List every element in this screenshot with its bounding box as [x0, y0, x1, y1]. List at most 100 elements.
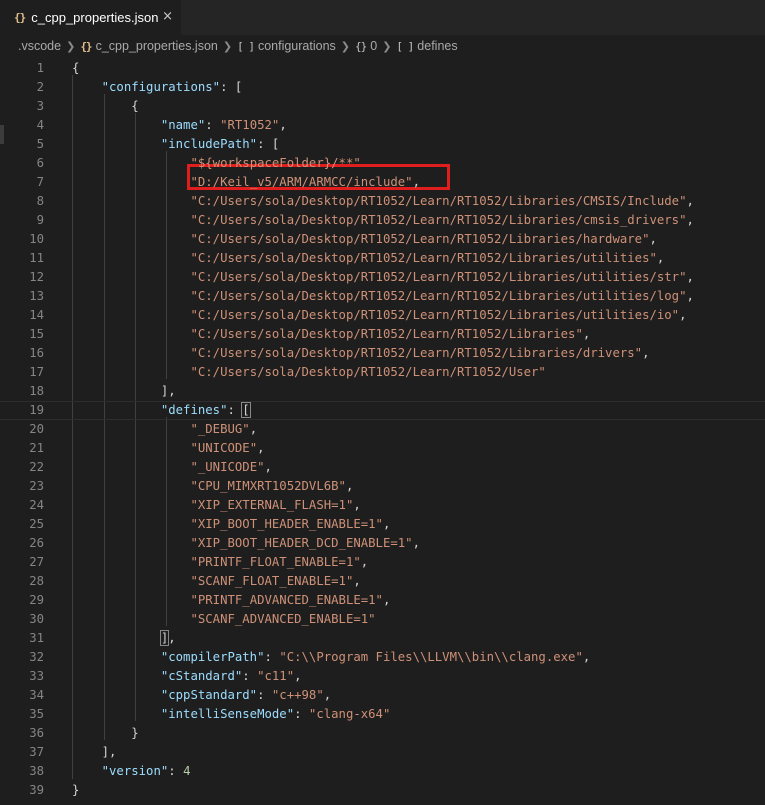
- code-text: "cppStandard": "c++98",: [160, 688, 332, 702]
- code-line[interactable]: 23 "CPU_MIMXRT1052DVL6B",: [0, 477, 765, 496]
- code-line[interactable]: 3 {: [0, 97, 765, 116]
- code-line[interactable]: 13 "C:/Users/sola/Desktop/RT1052/Learn/R…: [0, 287, 765, 306]
- line-number: 18: [29, 384, 44, 398]
- code-line[interactable]: 34 "cppStandard": "c++98",: [0, 686, 765, 705]
- code-text: ],: [101, 745, 117, 759]
- chevron-right-icon: ❯: [66, 39, 76, 53]
- code-line[interactable]: 35 "intelliSenseMode": "clang-x64": [0, 705, 765, 724]
- code-text: "D:/Keil_v5/ARM/ARMCC/include",: [190, 175, 420, 189]
- code-text: {: [72, 61, 80, 75]
- array-symbol-icon: [ ]: [237, 39, 255, 53]
- code-line[interactable]: 37 ],: [0, 743, 765, 762]
- line-number: 14: [29, 308, 44, 322]
- code-text: "C:/Users/sola/Desktop/RT1052/Learn/RT10…: [190, 308, 687, 322]
- line-number: 23: [29, 479, 44, 493]
- chevron-right-icon: ❯: [382, 39, 392, 53]
- line-number: 21: [29, 441, 44, 455]
- code-text: ],: [159, 630, 176, 646]
- code-text: "version": 4: [101, 764, 191, 778]
- code-text: "C:/Users/sola/Desktop/RT1052/Learn/RT10…: [190, 365, 546, 379]
- code-text: "C:/Users/sola/Desktop/RT1052/Learn/RT10…: [190, 232, 657, 246]
- code-line[interactable]: 29 "PRINTF_ADVANCED_ENABLE=1",: [0, 591, 765, 610]
- code-line[interactable]: 14 "C:/Users/sola/Desktop/RT1052/Learn/R…: [0, 306, 765, 325]
- code-line[interactable]: 39}: [0, 781, 765, 800]
- breadcrumb-item-configurations[interactable]: configurations: [258, 39, 336, 53]
- breadcrumb-item-vscode[interactable]: .vscode: [18, 39, 61, 53]
- line-number: 9: [36, 213, 44, 227]
- code-line[interactable]: 15 "C:/Users/sola/Desktop/RT1052/Learn/R…: [0, 325, 765, 344]
- code-line[interactable]: 19 "defines": [: [0, 401, 765, 420]
- code-line[interactable]: 36 }: [0, 724, 765, 743]
- code-line[interactable]: 20 "_DEBUG",: [0, 420, 765, 439]
- line-number: 3: [36, 99, 44, 113]
- code-text: "UNICODE",: [190, 441, 265, 455]
- line-number: 37: [29, 745, 44, 759]
- code-line[interactable]: 31 ],: [0, 629, 765, 648]
- array-symbol-icon: [ ]: [396, 39, 414, 53]
- code-line[interactable]: 26 "XIP_BOOT_HEADER_DCD_ENABLE=1",: [0, 534, 765, 553]
- code-line[interactable]: 12 "C:/Users/sola/Desktop/RT1052/Learn/R…: [0, 268, 765, 287]
- code-line[interactable]: 21 "UNICODE",: [0, 439, 765, 458]
- breadcrumb-item-index[interactable]: 0: [370, 39, 377, 53]
- code-line[interactable]: 18 ],: [0, 382, 765, 401]
- code-text: "PRINTF_FLOAT_ENABLE=1",: [190, 555, 369, 569]
- code-line[interactable]: 32 "compilerPath": "C:\\Program Files\\L…: [0, 648, 765, 667]
- code-line[interactable]: 22 "_UNICODE",: [0, 458, 765, 477]
- line-number: 34: [29, 688, 44, 702]
- breadcrumb-item-defines[interactable]: defines: [417, 39, 457, 53]
- code-text: "PRINTF_ADVANCED_ENABLE=1",: [190, 593, 391, 607]
- line-number: 27: [29, 555, 44, 569]
- code-line[interactable]: 2 "configurations": [: [0, 78, 765, 97]
- code-text: "C:/Users/sola/Desktop/RT1052/Learn/RT10…: [190, 289, 694, 303]
- code-editor[interactable]: 1{2 "configurations": [3 {4 "name": "RT1…: [0, 56, 765, 805]
- code-text: }: [72, 783, 80, 797]
- line-number: 31: [29, 631, 44, 645]
- line-number: 1: [36, 61, 44, 75]
- code-line[interactable]: 11 "C:/Users/sola/Desktop/RT1052/Learn/R…: [0, 249, 765, 268]
- code-line[interactable]: 4 "name": "RT1052",: [0, 116, 765, 135]
- close-icon[interactable]: ×: [162, 9, 173, 24]
- line-number: 26: [29, 536, 44, 550]
- code-text: "defines": [: [160, 402, 251, 418]
- line-number: 38: [29, 764, 44, 778]
- code-text: "C:/Users/sola/Desktop/RT1052/Learn/RT10…: [190, 194, 694, 208]
- line-number: 2: [36, 80, 44, 94]
- line-number: 30: [29, 612, 44, 626]
- line-number: 29: [29, 593, 44, 607]
- code-line[interactable]: 30 "SCANF_ADVANCED_ENABLE=1": [0, 610, 765, 629]
- code-line[interactable]: 17 "C:/Users/sola/Desktop/RT1052/Learn/R…: [0, 363, 765, 382]
- code-line[interactable]: 27 "PRINTF_FLOAT_ENABLE=1",: [0, 553, 765, 572]
- tab-title: c_cpp_properties.json: [31, 10, 159, 25]
- code-line[interactable]: 10 "C:/Users/sola/Desktop/RT1052/Learn/R…: [0, 230, 765, 249]
- breadcrumb-item-file[interactable]: c_cpp_properties.json: [96, 39, 218, 53]
- json-file-icon: {}: [80, 39, 92, 53]
- code-line[interactable]: 24 "XIP_EXTERNAL_FLASH=1",: [0, 496, 765, 515]
- line-number: 17: [29, 365, 44, 379]
- tab-c-cpp-properties[interactable]: {} c_cpp_properties.json ×: [0, 0, 181, 35]
- code-line[interactable]: 7 "D:/Keil_v5/ARM/ARMCC/include",: [0, 173, 765, 192]
- chevron-right-icon: ❯: [340, 39, 350, 53]
- code-text: "_DEBUG",: [190, 422, 258, 436]
- line-number: 6: [36, 156, 44, 170]
- code-line[interactable]: 6 "${workspaceFolder}/**": [0, 154, 765, 173]
- code-line[interactable]: 1{: [0, 59, 765, 78]
- code-line[interactable]: 8 "C:/Users/sola/Desktop/RT1052/Learn/RT…: [0, 192, 765, 211]
- code-line[interactable]: 33 "cStandard": "c11",: [0, 667, 765, 686]
- line-number: 8: [36, 194, 44, 208]
- code-line[interactable]: 5 "includePath": [: [0, 135, 765, 154]
- code-line[interactable]: 28 "SCANF_FLOAT_ENABLE=1",: [0, 572, 765, 591]
- line-number: 13: [29, 289, 44, 303]
- code-text: "C:/Users/sola/Desktop/RT1052/Learn/RT10…: [190, 346, 650, 360]
- code-line[interactable]: 9 "C:/Users/sola/Desktop/RT1052/Learn/RT…: [0, 211, 765, 230]
- tab-bar: {} c_cpp_properties.json ×: [0, 0, 765, 35]
- line-number: 22: [29, 460, 44, 474]
- code-text: "XIP_BOOT_HEADER_DCD_ENABLE=1",: [190, 536, 420, 550]
- code-line[interactable]: 25 "XIP_BOOT_HEADER_ENABLE=1",: [0, 515, 765, 534]
- code-line[interactable]: 16 "C:/Users/sola/Desktop/RT1052/Learn/R…: [0, 344, 765, 363]
- code-line[interactable]: 38 "version": 4: [0, 762, 765, 781]
- line-number: 20: [29, 422, 44, 436]
- line-number: 19: [29, 403, 44, 417]
- code-text: "cStandard": "c11",: [160, 669, 302, 683]
- object-symbol-icon: {}: [355, 39, 367, 53]
- code-text: "${workspaceFolder}/**": [190, 156, 361, 170]
